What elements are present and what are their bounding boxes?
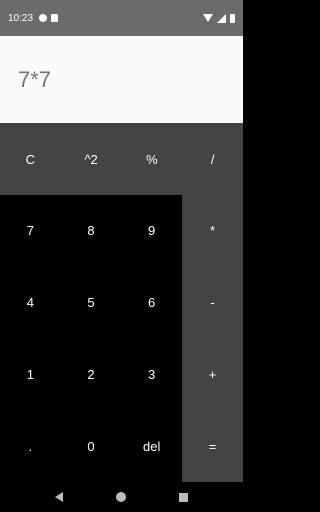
percent-button[interactable]: % bbox=[122, 123, 183, 195]
digit-9-button[interactable]: 9 bbox=[121, 195, 182, 267]
digit-3-button[interactable]: 3 bbox=[121, 339, 182, 411]
clear-button[interactable]: C bbox=[0, 123, 61, 195]
back-icon[interactable] bbox=[54, 492, 63, 502]
navigation-bar bbox=[0, 482, 243, 512]
divide-button[interactable]: / bbox=[182, 123, 243, 195]
status-time: 10:23 bbox=[8, 12, 34, 24]
digit-1-button[interactable]: 1 bbox=[0, 339, 61, 411]
square-button[interactable]: ^2 bbox=[61, 123, 122, 195]
decimal-button[interactable]: . bbox=[0, 410, 61, 482]
recents-icon[interactable] bbox=[179, 492, 189, 502]
sim-card-icon bbox=[51, 14, 59, 22]
status-bar: 10:23 bbox=[0, 0, 243, 36]
calculator-display: 7*7 bbox=[0, 36, 243, 123]
multiply-button[interactable]: * bbox=[182, 195, 243, 267]
subtract-button[interactable]: - bbox=[182, 267, 243, 339]
add-button[interactable]: + bbox=[182, 339, 243, 411]
battery-icon bbox=[230, 13, 235, 23]
number-pad: 7 8 9 4 5 6 1 2 3 . 0 del bbox=[0, 195, 182, 482]
notification-icon bbox=[39, 14, 48, 22]
operator-column: * - + = bbox=[182, 195, 243, 482]
wifi-icon bbox=[203, 14, 213, 22]
digit-2-button[interactable]: 2 bbox=[61, 339, 122, 411]
function-row: C ^2 % / bbox=[0, 123, 243, 195]
digit-0-button[interactable]: 0 bbox=[61, 410, 122, 482]
home-icon[interactable] bbox=[115, 492, 126, 502]
delete-button[interactable]: del bbox=[121, 410, 182, 482]
digit-4-button[interactable]: 4 bbox=[0, 267, 61, 339]
signal-icon bbox=[217, 13, 226, 23]
digit-5-button[interactable]: 5 bbox=[61, 267, 122, 339]
digit-6-button[interactable]: 6 bbox=[121, 267, 182, 339]
status-left-icons bbox=[39, 14, 59, 22]
status-right-icons bbox=[203, 13, 235, 23]
expression-text: 7*7 bbox=[18, 66, 52, 92]
digit-7-button[interactable]: 7 bbox=[0, 195, 61, 267]
equals-button[interactable]: = bbox=[182, 410, 243, 482]
digit-8-button[interactable]: 8 bbox=[61, 195, 122, 267]
